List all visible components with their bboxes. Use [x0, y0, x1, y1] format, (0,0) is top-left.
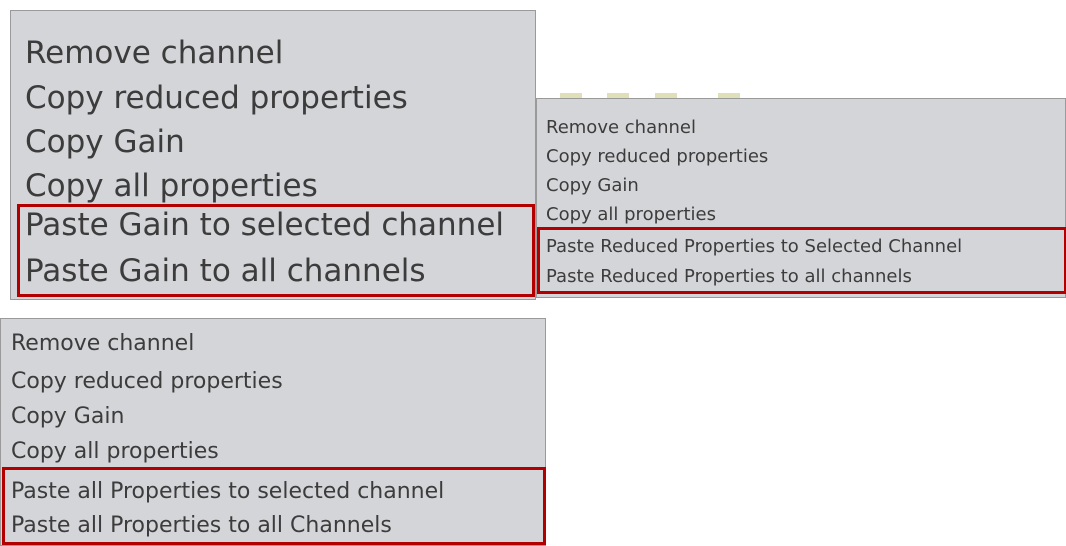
menu-item-remove-channel[interactable]: Remove channel	[11, 328, 194, 359]
context-menu-gain: Remove channel Copy reduced properties C…	[10, 10, 536, 300]
menu-item-copy-all-properties[interactable]: Copy all properties	[11, 436, 219, 467]
menu-item-copy-reduced-properties[interactable]: Copy reduced properties	[11, 366, 283, 397]
menu-item-copy-all-properties[interactable]: Copy all properties	[546, 200, 716, 229]
highlight-box	[537, 227, 1066, 294]
menu-item-remove-channel[interactable]: Remove channel	[546, 113, 696, 142]
menu-item-remove-channel[interactable]: Remove channel	[25, 31, 283, 76]
menu-item-copy-reduced-properties[interactable]: Copy reduced properties	[546, 142, 768, 171]
highlight-box	[17, 204, 535, 297]
menu-item-copy-gain[interactable]: Copy Gain	[546, 171, 639, 200]
context-menu-reduced-properties: Remove channel Copy reduced properties C…	[536, 98, 1066, 298]
menu-item-copy-gain[interactable]: Copy Gain	[11, 401, 124, 432]
menu-item-copy-gain[interactable]: Copy Gain	[25, 120, 185, 165]
context-menu-all-properties: Remove channel Copy reduced properties C…	[0, 318, 546, 546]
highlight-box	[2, 467, 546, 545]
menu-item-copy-reduced-properties[interactable]: Copy reduced properties	[25, 76, 408, 121]
